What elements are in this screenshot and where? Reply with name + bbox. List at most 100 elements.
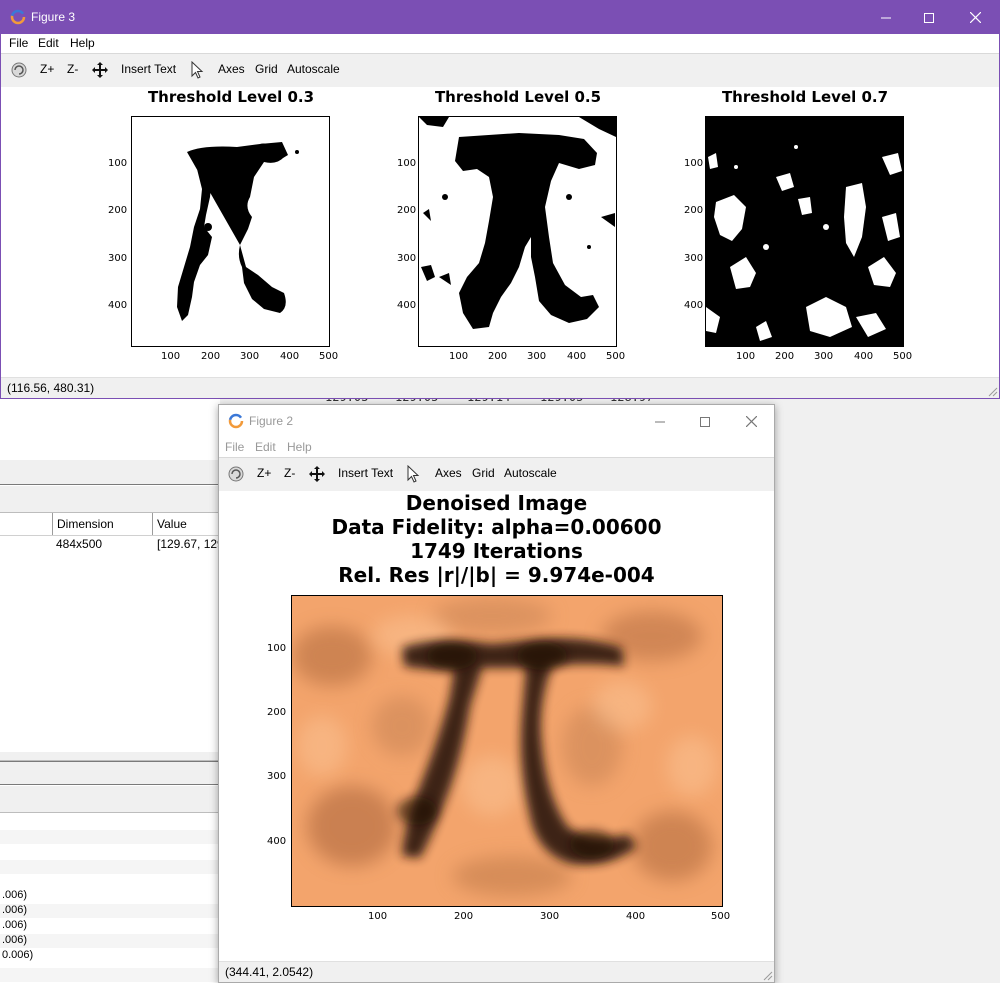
y-tick-label: 300: [108, 253, 128, 264]
x-tick-label: 100: [449, 351, 469, 362]
figure-2-window[interactable]: Figure 2 File Edit Help Z+ Z- Insert Tex…: [218, 404, 775, 983]
status-bar: (116.56, 480.31): [1, 377, 999, 398]
list-item[interactable]: [0, 830, 220, 844]
menu-file[interactable]: File: [225, 440, 244, 454]
denoised-image: [292, 596, 722, 906]
close-icon: [969, 12, 981, 23]
x-tick-label: 500: [319, 351, 339, 362]
insert-text-button[interactable]: Insert Text: [338, 466, 393, 480]
background-divider: [0, 484, 220, 485]
figure-toolbar: Z+ Z- Insert Text Axes Grid Autoscale: [219, 458, 774, 492]
menu-edit[interactable]: Edit: [38, 36, 59, 50]
column-header-value[interactable]: Value: [157, 517, 187, 531]
threshold-05-axes[interactable]: [418, 116, 617, 347]
list-item[interactable]: .006): [0, 934, 220, 948]
window-title: Figure 2: [249, 414, 294, 428]
rotate-icon[interactable]: [227, 465, 245, 483]
threshold-03-image: [177, 142, 299, 321]
y-tick-label: 100: [397, 158, 417, 169]
background-panel-strip: [0, 486, 220, 513]
close-icon: [745, 416, 757, 427]
threshold-07-axes[interactable]: [705, 116, 904, 347]
figure-3-window[interactable]: Figure 3 File Edit Help Z+ Z- Insert Tex…: [0, 0, 1000, 399]
y-tick-label: 300: [397, 253, 417, 264]
zoom-out-button[interactable]: Z-: [67, 62, 78, 76]
close-button[interactable]: [728, 405, 774, 438]
autoscale-button[interactable]: Autoscale: [504, 466, 557, 480]
resize-grip-icon[interactable]: [986, 385, 998, 397]
minimize-button[interactable]: [637, 405, 683, 438]
menu-file[interactable]: File: [9, 36, 28, 50]
threshold-05-image: [419, 117, 616, 329]
background-panel-strip: [0, 786, 220, 813]
column-header-dimension[interactable]: Dimension: [57, 517, 114, 531]
variables-table-header: Dimension Value: [0, 513, 220, 536]
y-tick-label: 400: [684, 300, 704, 311]
figure-toolbar: Z+ Z- Insert Text Axes Grid Autoscale: [1, 54, 999, 88]
plot-title-line: 1749 Iterations: [410, 539, 583, 563]
column-separator: [52, 513, 53, 535]
y-tick-label: 400: [397, 300, 417, 311]
threshold-03-axes[interactable]: [131, 116, 330, 347]
y-tick-label: 400: [108, 300, 128, 311]
y-tick-label: 300: [684, 253, 704, 264]
insert-text-button[interactable]: Insert Text: [121, 62, 176, 76]
zoom-out-button[interactable]: Z-: [284, 466, 295, 480]
list-item[interactable]: .006): [0, 889, 220, 903]
title-bar[interactable]: Figure 2: [219, 405, 774, 438]
maximize-button[interactable]: [682, 405, 728, 438]
x-tick-label: 100: [368, 911, 388, 922]
grid-button[interactable]: Grid: [255, 62, 278, 76]
y-tick-label: 200: [684, 205, 704, 216]
denoised-image-axes[interactable]: [291, 595, 723, 907]
title-bar[interactable]: Figure 3: [1, 1, 999, 34]
menu-bar: File Edit Help: [219, 438, 774, 458]
list-item[interactable]: [0, 860, 220, 874]
autoscale-button[interactable]: Autoscale: [287, 62, 340, 76]
x-tick-label: 300: [540, 911, 560, 922]
menu-help[interactable]: Help: [70, 36, 95, 50]
x-tick-label: 200: [454, 911, 474, 922]
axes-button[interactable]: Axes: [435, 466, 462, 480]
x-tick-label: 100: [736, 351, 756, 362]
list-item-text: 0.006): [2, 949, 34, 961]
close-button[interactable]: [952, 1, 998, 34]
x-tick-label: 200: [201, 351, 221, 362]
menu-edit[interactable]: Edit: [255, 440, 276, 454]
cursor-icon[interactable]: [405, 465, 423, 483]
grid-button[interactable]: Grid: [472, 466, 495, 480]
list-item[interactable]: 0.006): [0, 949, 220, 963]
minimize-icon: [881, 17, 891, 18]
zoom-in-button[interactable]: Z+: [40, 62, 54, 76]
menu-help[interactable]: Help: [287, 440, 312, 454]
list-item[interactable]: [0, 968, 220, 982]
variable-value-cell[interactable]: [129.67, 129.: [157, 537, 227, 551]
axes-button[interactable]: Axes: [218, 62, 245, 76]
maximize-button[interactable]: [906, 1, 952, 34]
background-divider: [0, 784, 220, 785]
subplot-title: Threshold Level 0.5: [434, 88, 602, 106]
subplot-title: Threshold Level 0.3: [147, 88, 315, 106]
pan-icon[interactable]: [91, 61, 109, 79]
status-bar: (344.41, 2.0542): [219, 961, 774, 982]
figure-3-plot-area[interactable]: Threshold Level 0.3 Threshold Level 0.5 …: [1, 87, 999, 379]
x-tick-label: 300: [814, 351, 834, 362]
y-tick-label: 200: [267, 707, 287, 718]
y-tick-label: 200: [397, 205, 417, 216]
minimize-button[interactable]: [863, 1, 909, 34]
x-tick-label: 500: [606, 351, 626, 362]
maximize-icon: [924, 12, 934, 23]
list-item[interactable]: .006): [0, 919, 220, 933]
maximize-icon: [700, 416, 710, 427]
x-tick-label: 400: [280, 351, 300, 362]
cursor-icon[interactable]: [189, 61, 207, 79]
figure-2-plot-area[interactable]: Denoised Image Data Fidelity: alpha=0.00…: [219, 491, 774, 963]
variable-dimension-cell[interactable]: 484x500: [56, 537, 102, 551]
pan-icon[interactable]: [308, 465, 326, 483]
resize-grip-icon[interactable]: [761, 969, 773, 981]
y-tick-label: 100: [108, 158, 128, 169]
background-panel-strip: [0, 762, 220, 785]
list-item[interactable]: .006): [0, 904, 220, 918]
rotate-icon[interactable]: [10, 61, 28, 79]
zoom-in-button[interactable]: Z+: [257, 466, 271, 480]
